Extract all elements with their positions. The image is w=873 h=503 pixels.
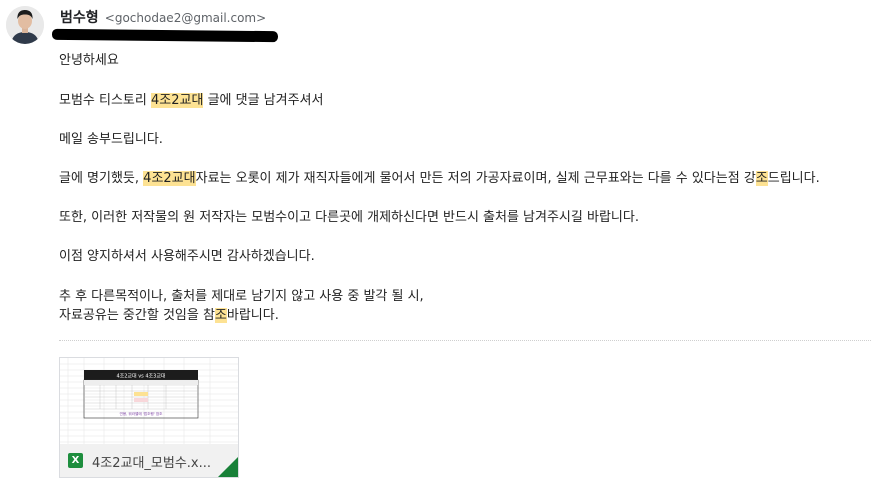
attachment-file-name[interactable]: 4조2교대_모범수.x...: [92, 452, 211, 471]
spreadsheet-preview-icon: 4조2교대 vs 4조3교대 연봉, 워라밸에 '법조행' 참조: [60, 358, 238, 446]
text-span: 자료는 오롯이 제가 재직자들에게 물어서 만든 저의 가공자료이며, 실제 근…: [195, 171, 756, 186]
spreadsheet-corner-icon: [218, 457, 238, 477]
text-span: 글에 명기했듯,: [59, 171, 144, 186]
body-line: 자료공유는 중간할 것임을 참조바랍니다.: [59, 307, 279, 325]
excel-icon: X: [68, 453, 83, 468]
thumbnail-note: 연봉, 워라밸에 '법조행' 참조: [120, 411, 164, 416]
divider: [59, 340, 871, 341]
thumbnail-title: 4조2교대 vs 4조3교대: [116, 373, 165, 380]
highlight: 조: [755, 171, 768, 186]
body-line: 추 후 다른목적이나, 출처를 제대로 남기지 않고 사용 중 발각 될 시,: [59, 289, 424, 304]
person-icon: [6, 6, 44, 44]
text-span: 바랍니다.: [226, 308, 279, 323]
text-span: 글에 댓글 남겨주셔서: [203, 93, 324, 108]
highlight: 4조2교대: [151, 93, 204, 108]
text-span: 모범수 티스토리: [59, 93, 151, 108]
sender-name[interactable]: 범수형: [60, 10, 99, 26]
body-line: 메일 송부드립니다.: [59, 132, 163, 147]
highlight: 조: [214, 308, 227, 323]
highlight: 4조2교대: [143, 171, 196, 186]
body-line: 이점 양지하셔서 사용해주시면 감사하겠습니다.: [59, 249, 315, 264]
attachment-footer[interactable]: X 4조2교대_모범수.x...: [60, 444, 238, 477]
avatar[interactable]: [6, 6, 44, 44]
body-line: 글에 명기했듯, 4조2교대자료는 오롯이 제가 재직자들에게 물어서 만든 저…: [59, 170, 820, 188]
sender-email: <gochodae2@gmail.com>: [104, 11, 267, 25]
attachment-thumbnail[interactable]: 4조2교대 vs 4조3교대 연봉, 워라밸에 '법조행' 참조: [60, 358, 238, 446]
body-line: 모범수 티스토리 4조2교대 글에 댓글 남겨주셔서: [59, 92, 323, 110]
text-span: 드립니다.: [767, 171, 820, 186]
body-line: 또한, 이러한 저작물의 원 저작자는 모범수이고 다른곳에 개제하신다면 반드…: [59, 210, 639, 225]
greeting-line: 안녕하세요: [59, 53, 119, 68]
text-span: 자료공유는 중간할 것임을 참: [59, 308, 215, 323]
redacted-recipient: [51, 28, 279, 43]
sender-info: 범수형 <gochodae2@gmail.com>: [60, 7, 266, 27]
attachment-card[interactable]: 4조2교대 vs 4조3교대 연봉, 워라밸에 '법조행' 참조 X 4조2교대…: [59, 357, 239, 478]
